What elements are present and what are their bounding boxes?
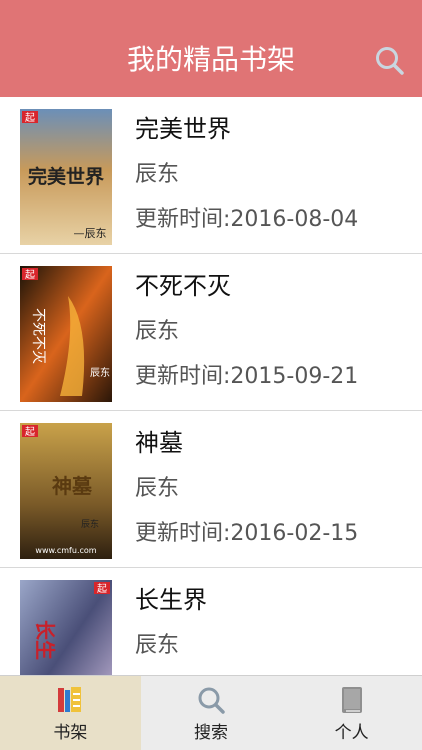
svg-text:神墓: 神墓 (52, 474, 93, 498)
book-author: 辰东 (135, 633, 180, 658)
page-title: 我的精品书架 (126, 43, 295, 76)
tab-label: 搜索 (194, 723, 228, 743)
tab-label: 书架 (53, 723, 88, 743)
book-title: 不死不灭 (135, 272, 231, 300)
book-author: 辰东 (135, 476, 180, 501)
svg-text:—辰东: —辰东 (74, 227, 107, 240)
book-title: 完美世界 (135, 115, 231, 143)
book-updated: 更新时间:2016-08-04 (135, 207, 359, 232)
book-cover: 起 不死不灭 辰东 (20, 266, 112, 402)
search-icon[interactable] (373, 44, 407, 78)
svg-text:辰东: 辰东 (90, 366, 110, 379)
book-author: 辰东 (135, 319, 180, 344)
tab-bookshelf[interactable]: 书架 (0, 676, 141, 750)
tab-profile[interactable]: 个人 (281, 676, 422, 750)
book-list: 起 完美世界 —辰东 完美世界 辰东 更新时间:2016-08-04 起 不死不… (0, 97, 422, 675)
book-cover: 起 神墓 辰东 www.cmfu.com (20, 423, 112, 559)
bookshelf-icon (54, 684, 86, 716)
book-updated: 更新时间:2016-02-15 (135, 521, 359, 546)
book-title: 长生界 (135, 586, 207, 614)
list-item[interactable]: 起 神墓 辰东 www.cmfu.com 神墓 辰东 更新时间:2016-02-… (0, 411, 422, 568)
svg-text:长生: 长生 (33, 620, 57, 660)
svg-text:起: 起 (97, 583, 107, 595)
svg-text:起: 起 (25, 426, 35, 438)
tab-search[interactable]: 搜索 (141, 676, 282, 750)
book-author: 辰东 (135, 162, 180, 187)
svg-text:完美世界: 完美世界 (28, 165, 104, 188)
tab-bar: 书架 搜索 个人 (0, 675, 422, 750)
app-header: 我的精品书架 (0, 0, 422, 97)
list-item[interactable]: 起 不死不灭 辰东 不死不灭 辰东 更新时间:2015-09-21 (0, 254, 422, 411)
book-cover: 起 完美世界 —辰东 (20, 109, 112, 245)
svg-text:起: 起 (25, 112, 35, 124)
list-item[interactable]: 起 长生 长生界 辰东 (0, 568, 422, 675)
search-icon (195, 684, 227, 716)
svg-text:不死不灭: 不死不灭 (30, 308, 46, 364)
book-icon (336, 684, 368, 716)
list-item[interactable]: 起 完美世界 —辰东 完美世界 辰东 更新时间:2016-08-04 (0, 97, 422, 254)
book-cover: 起 长生 (20, 580, 112, 675)
book-title: 神墓 (135, 429, 183, 457)
tab-label: 个人 (334, 723, 369, 743)
svg-text:辰东: 辰东 (81, 518, 99, 530)
book-updated: 更新时间:2015-09-21 (135, 364, 359, 389)
svg-text:起: 起 (25, 269, 35, 281)
svg-text:www.cmfu.com: www.cmfu.com (35, 546, 96, 555)
